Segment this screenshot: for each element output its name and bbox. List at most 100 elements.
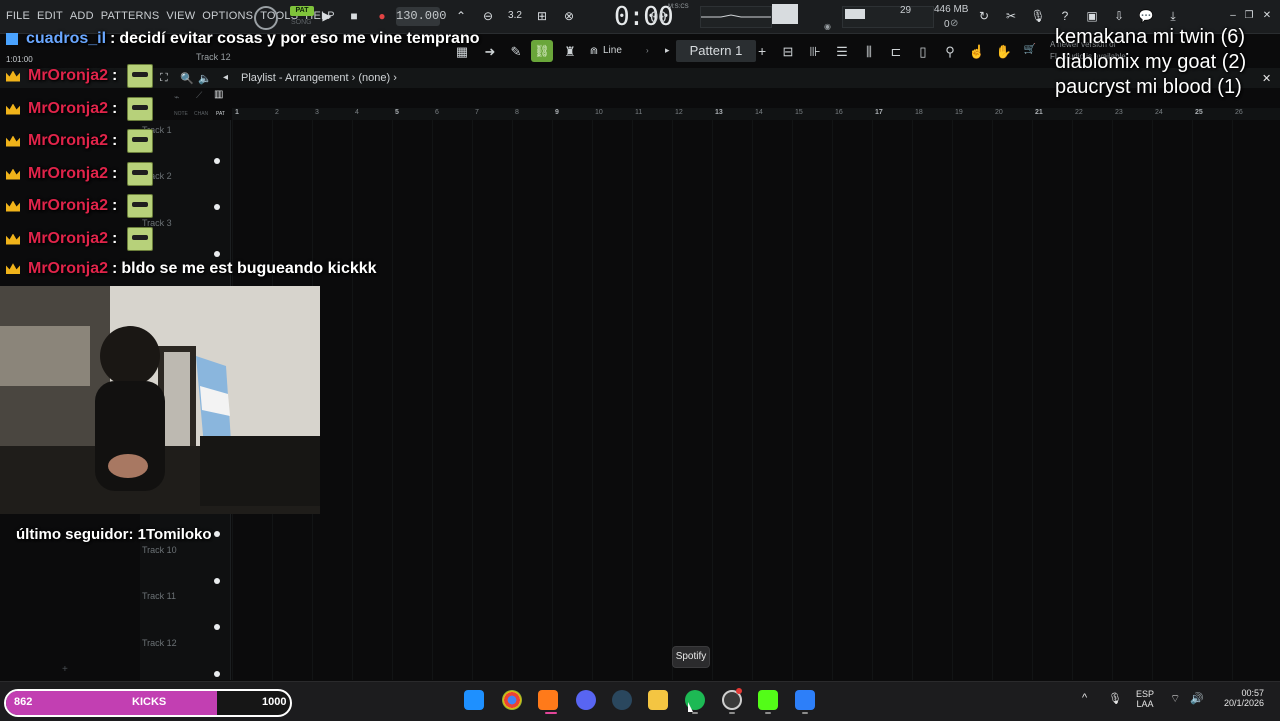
chat-username[interactable]: MrOronja2 bbox=[28, 132, 108, 149]
cut-icon[interactable]: ✂ bbox=[1002, 7, 1020, 25]
file-explorer-icon[interactable] bbox=[648, 690, 668, 710]
chat-message: MrOronja2: bbox=[6, 97, 154, 121]
step-edit-icon[interactable]: ⊞ bbox=[533, 7, 551, 25]
tempo-field[interactable]: 130.000 bbox=[396, 7, 446, 26]
microphone-icon[interactable]: 🎙 bbox=[1029, 7, 1047, 25]
track-mute-led[interactable] bbox=[214, 531, 220, 537]
track-mute-led[interactable] bbox=[214, 578, 220, 584]
speaker-icon[interactable]: 🔈 bbox=[198, 72, 212, 85]
track-mute-led[interactable] bbox=[214, 251, 220, 257]
browser-icon[interactable]: ⊏ bbox=[886, 44, 906, 60]
render-icon[interactable]: ⇩ bbox=[1110, 7, 1128, 25]
chat-username[interactable]: MrOronja2 bbox=[28, 230, 108, 247]
kick-icon[interactable] bbox=[758, 690, 778, 710]
wave-icon[interactable]: ⌁ bbox=[174, 92, 179, 103]
stamp-icon[interactable]: ♜ bbox=[560, 44, 580, 60]
volume-icon[interactable]: 🔊 bbox=[1190, 692, 1204, 705]
kicks-goal-fill bbox=[6, 691, 217, 715]
menu-options[interactable]: OPTIONS bbox=[202, 10, 253, 22]
wifi-icon[interactable]: ⌔ bbox=[1170, 692, 1180, 706]
snap-mode-label[interactable]: Line bbox=[603, 45, 622, 56]
menu-patterns[interactable]: PATTERNS bbox=[101, 10, 160, 22]
tray-expand-icon[interactable]: ^ bbox=[1082, 692, 1087, 704]
roblox-icon[interactable] bbox=[795, 690, 815, 710]
chat-username[interactable]: MrOronja2 bbox=[28, 67, 108, 84]
chrome-icon[interactable] bbox=[502, 690, 522, 710]
pattern-prev-icon[interactable]: ▸ bbox=[665, 45, 670, 56]
track-label[interactable]: Track 12 bbox=[142, 638, 177, 648]
discord-icon[interactable] bbox=[576, 690, 596, 710]
language-indicator[interactable]: ESP LAA bbox=[1136, 689, 1154, 709]
system-clock[interactable]: 00:57 20/1/2026 bbox=[1214, 688, 1264, 708]
track-mute-led[interactable] bbox=[214, 204, 220, 210]
steam-icon[interactable] bbox=[612, 690, 632, 710]
close-icon[interactable]: ✕ bbox=[1258, 7, 1276, 25]
menu-view[interactable]: VIEW bbox=[166, 10, 195, 22]
output-knob-icon[interactable]: ◉ bbox=[824, 22, 831, 31]
zoom-icon[interactable]: 🔍 bbox=[180, 72, 194, 85]
track-mute-led[interactable] bbox=[214, 671, 220, 677]
add-pattern-button[interactable]: + bbox=[758, 43, 766, 59]
curve-icon[interactable]: ⟋ bbox=[196, 90, 202, 101]
hand-icon[interactable]: ✋ bbox=[994, 44, 1014, 60]
piano-icon[interactable]: ⊪ bbox=[805, 44, 825, 60]
help-icon[interactable]: ? bbox=[1056, 7, 1074, 25]
pattern-selector[interactable]: Pattern 1 bbox=[676, 40, 756, 62]
draw-icon[interactable]: ✎ bbox=[506, 44, 526, 60]
polyphony-icon: ⊘ bbox=[950, 18, 959, 29]
playlist-menu-icon[interactable]: ◂ bbox=[223, 72, 228, 83]
arrow-icon[interactable]: ➜ bbox=[480, 44, 500, 60]
ruler-bar-number: 9 bbox=[555, 109, 559, 116]
wait-input-icon[interactable]: ⊖ bbox=[479, 7, 497, 25]
track-label[interactable]: Track 10 bbox=[142, 545, 177, 555]
song-toggle[interactable]: SONG bbox=[291, 19, 312, 26]
track-mute-led[interactable] bbox=[214, 158, 220, 164]
snap-toggle[interactable]: ⛓ bbox=[531, 40, 553, 62]
metronome-icon[interactable]: ⌃ bbox=[452, 7, 470, 25]
chat-username[interactable]: MrOronja2 bbox=[28, 165, 108, 182]
ruler-bar-number: 15 bbox=[795, 109, 803, 116]
loop-record-icon[interactable]: ⊗ bbox=[560, 7, 578, 25]
playlist-close-icon[interactable]: ✕ bbox=[1262, 72, 1271, 85]
file-icon[interactable]: ▯ bbox=[913, 44, 933, 60]
ruler-bar-number: 8 bbox=[515, 109, 519, 116]
tempo-knob-icon[interactable] bbox=[254, 6, 278, 30]
menu-file[interactable]: FILE bbox=[6, 10, 30, 22]
ruler-bar-number: 21 bbox=[1035, 109, 1043, 116]
add-track-icon[interactable]: + bbox=[62, 664, 68, 675]
menu-edit[interactable]: EDIT bbox=[37, 10, 63, 22]
chat-username[interactable]: cuadros_il bbox=[26, 30, 106, 47]
fl-studio-icon[interactable] bbox=[538, 690, 558, 710]
undo-icon[interactable]: ↻ bbox=[975, 7, 993, 25]
magnet-icon[interactable]: ⋒ bbox=[584, 46, 604, 57]
record-icon[interactable]: ● bbox=[373, 7, 391, 25]
menu-add[interactable]: ADD bbox=[70, 10, 94, 22]
chat-username[interactable]: MrOronja2 bbox=[28, 197, 108, 214]
snap-dropdown-icon[interactable]: › bbox=[646, 46, 649, 55]
chat-icon[interactable]: 💬 bbox=[1137, 7, 1155, 25]
touch-icon[interactable]: ☝ bbox=[967, 44, 987, 60]
save-icon[interactable]: ▣ bbox=[1083, 7, 1101, 25]
track-mute-led[interactable] bbox=[214, 624, 220, 630]
restore-icon[interactable]: ❐ bbox=[1240, 7, 1258, 25]
piano-keys-icon[interactable]: ▥ bbox=[214, 89, 228, 101]
windows-start-icon[interactable] bbox=[464, 690, 484, 710]
plugin-icon[interactable]: ⚲ bbox=[940, 44, 960, 60]
pat-toggle[interactable]: PAT bbox=[290, 6, 314, 16]
download-icon[interactable]: ⤓ bbox=[1164, 7, 1182, 25]
stop-icon[interactable]: ■ bbox=[345, 7, 363, 25]
cart-icon[interactable]: 🛒 bbox=[1020, 44, 1040, 55]
countdown-icon[interactable]: 3.2 bbox=[506, 7, 524, 25]
track-label[interactable]: Track 11 bbox=[142, 591, 176, 601]
fullscreen-icon[interactable]: ⛶ bbox=[160, 72, 168, 85]
mixer-icon[interactable]: ⫼ bbox=[859, 44, 879, 60]
crown-icon bbox=[6, 233, 20, 245]
chat-username[interactable]: MrOronja2 bbox=[28, 100, 108, 117]
chat-message: MrOronja2: bbox=[6, 162, 154, 186]
play-icon[interactable]: ▶ bbox=[318, 7, 336, 25]
language-code: ESP bbox=[1136, 689, 1155, 699]
tray-microphone-icon[interactable]: 🎙 bbox=[1108, 692, 1122, 705]
chat-username[interactable]: MrOronja2 bbox=[28, 260, 108, 277]
playlist-icon[interactable]: ⊟ bbox=[778, 44, 798, 60]
channel-rack-icon[interactable]: ☰ bbox=[832, 44, 852, 60]
